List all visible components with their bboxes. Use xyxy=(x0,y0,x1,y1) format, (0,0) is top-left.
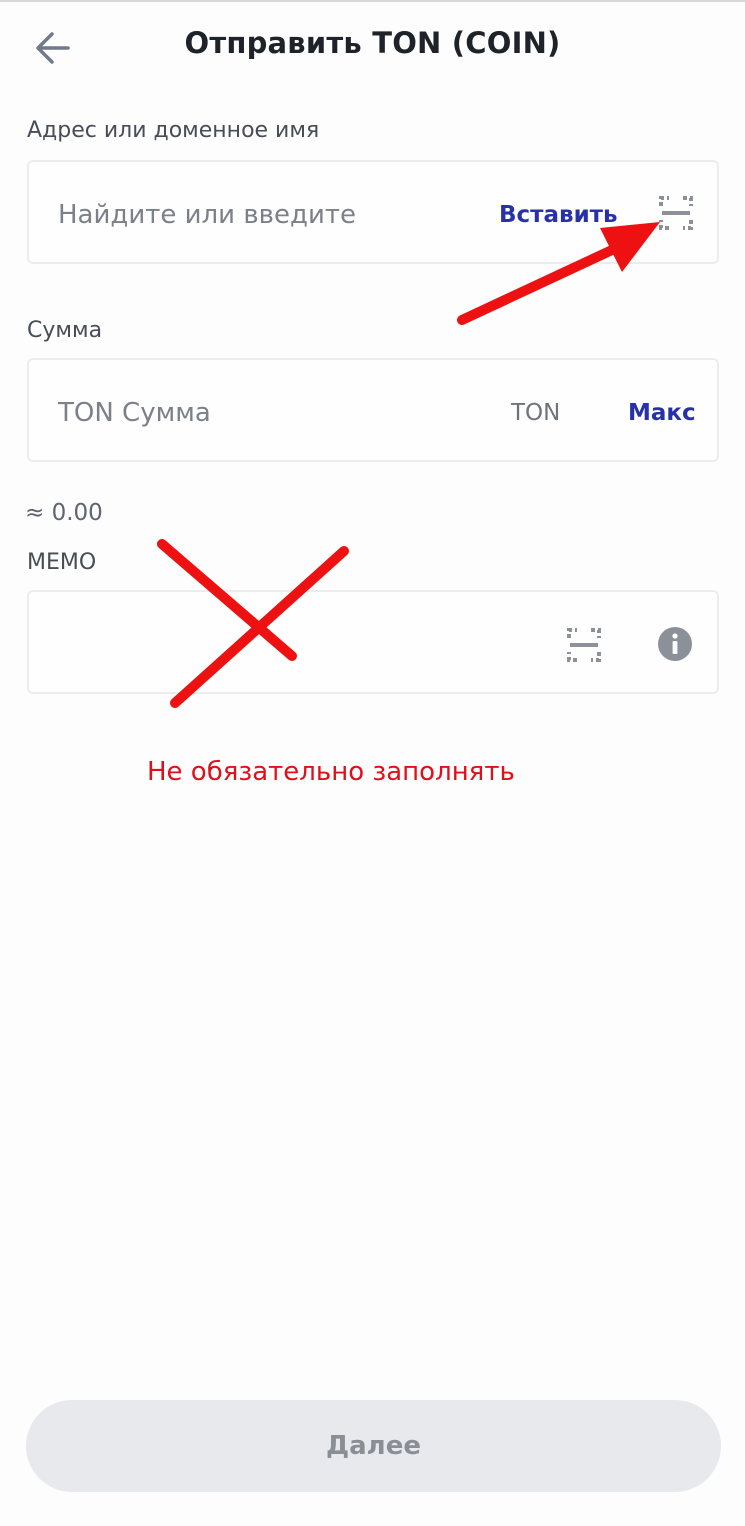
approx-value: ≈ 0.00 xyxy=(25,500,103,526)
qr-scan-icon[interactable] xyxy=(659,196,693,230)
top-divider xyxy=(0,0,745,2)
memo-label: MEMO xyxy=(27,550,97,575)
amount-field[interactable]: TON Сумма TON Макс xyxy=(27,358,719,462)
address-input-placeholder[interactable]: Найдите или введите xyxy=(58,200,356,230)
next-button[interactable]: Далее xyxy=(26,1400,721,1492)
max-button[interactable]: Макс xyxy=(628,400,696,426)
qr-scan-icon[interactable] xyxy=(567,628,601,662)
info-icon[interactable] xyxy=(657,626,693,662)
address-field[interactable]: Найдите или введите Вставить xyxy=(27,160,719,264)
paste-button[interactable]: Вставить xyxy=(499,202,618,228)
memo-field[interactable] xyxy=(27,590,719,694)
annotation-note: Не обязательно заполнять xyxy=(147,757,515,787)
address-label: Адрес или доменное имя xyxy=(27,118,320,143)
page-title: Отправить TON (COIN) xyxy=(184,26,561,60)
amount-label: Сумма xyxy=(27,318,103,343)
amount-unit: TON xyxy=(511,400,561,426)
amount-input-placeholder[interactable]: TON Сумма xyxy=(58,398,211,428)
